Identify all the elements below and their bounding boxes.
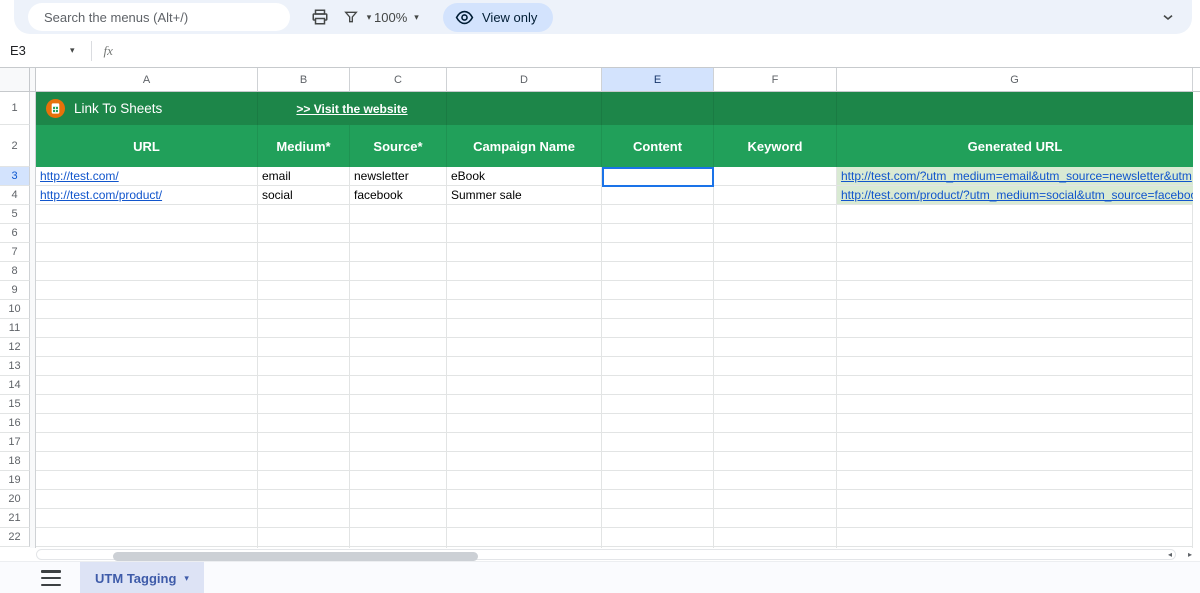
scrollbar-thumb[interactable]: [113, 552, 478, 561]
eye-icon: [455, 8, 474, 27]
row-header-9[interactable]: 9: [0, 281, 30, 300]
sheet-tab-utm-tagging[interactable]: UTM Tagging ▾: [80, 562, 204, 593]
name-box-caret-icon[interactable]: ▾: [70, 45, 75, 56]
column-header-e[interactable]: E: [602, 68, 714, 92]
header-campaign-name[interactable]: Campaign Name: [447, 125, 602, 167]
row-header-2[interactable]: 2: [0, 125, 30, 167]
toolbar: ▾ 100% ▾ View only: [14, 0, 1192, 34]
column-header-d[interactable]: D: [447, 68, 602, 92]
header-generated-url[interactable]: Generated URL: [837, 125, 1193, 167]
formula-bar-divider: [91, 41, 92, 61]
scroll-left-arrow-icon[interactable]: ◂: [1164, 549, 1176, 560]
cell-g4-generated-url-link[interactable]: http://test.com/product/?utm_medium=soci…: [837, 186, 1193, 205]
header-keyword[interactable]: Keyword: [714, 125, 837, 167]
filter-icon[interactable]: [340, 0, 362, 34]
column-header-b[interactable]: B: [258, 68, 350, 92]
row-header-20[interactable]: 20: [0, 490, 30, 509]
visit-website-link[interactable]: >> Visit the website: [296, 102, 407, 116]
row-header-7[interactable]: 7: [0, 243, 30, 262]
formula-bar: E3 ▾ fx: [0, 34, 1200, 68]
scroll-right-arrow-icon[interactable]: ▸: [1184, 549, 1196, 560]
row-header-17[interactable]: 17: [0, 433, 30, 452]
row-header-5[interactable]: 5: [0, 205, 30, 224]
row-header-14[interactable]: 14: [0, 376, 30, 395]
fx-icon: fx: [104, 43, 113, 59]
view-only-chip[interactable]: View only: [443, 3, 553, 32]
row-header-11[interactable]: 11: [0, 319, 30, 338]
zoom-control[interactable]: 100% ▾: [374, 0, 419, 34]
row-header-22[interactable]: 22: [0, 528, 30, 547]
active-cell-selection[interactable]: [602, 167, 714, 187]
column-header-row: A B C D E F G: [0, 68, 1200, 92]
row-header-8[interactable]: 8: [0, 262, 30, 281]
scrollbar-track[interactable]: [36, 549, 1176, 560]
cell-d4-campaign[interactable]: Summer sale: [447, 186, 602, 205]
link-to-sheets-logo-icon: [46, 99, 65, 118]
empty-grid-area[interactable]: [36, 167, 1193, 548]
column-header-c[interactable]: C: [350, 68, 447, 92]
print-icon[interactable]: [305, 0, 335, 34]
row-header-rail: 12345678910111213141516171819202122: [0, 92, 30, 548]
name-box[interactable]: E3: [10, 43, 68, 58]
table-row: http://test.com/product/ social facebook…: [36, 186, 1193, 205]
hide-menus-chevron-icon[interactable]: [1154, 4, 1182, 30]
row-header-12[interactable]: 12: [0, 338, 30, 357]
select-all-corner[interactable]: [0, 68, 30, 92]
row-header-10[interactable]: 10: [0, 300, 30, 319]
row-header-13[interactable]: 13: [0, 357, 30, 376]
cell-b4-medium[interactable]: social: [258, 186, 350, 205]
cell-g3-generated-url-link[interactable]: http://test.com/?utm_medium=email&utm_so…: [837, 167, 1193, 186]
banner-row: Link To Sheets >> Visit the website: [36, 92, 1193, 125]
cell-a4-url-link[interactable]: http://test.com/product/: [36, 186, 258, 205]
banner-title-cell[interactable]: Link To Sheets: [36, 92, 258, 125]
row-header-21[interactable]: 21: [0, 509, 30, 528]
row-header-4[interactable]: 4: [0, 186, 30, 205]
cell-b3-medium[interactable]: email: [258, 167, 350, 186]
header-content[interactable]: Content: [602, 125, 714, 167]
sheet-tab-caret-icon: ▾: [184, 573, 189, 584]
cell-d3-campaign[interactable]: eBook: [447, 167, 602, 186]
column-header-a[interactable]: A: [36, 68, 258, 92]
table-header-row: URL Medium* Source* Campaign Name Conten…: [36, 125, 1193, 167]
row-header-15[interactable]: 15: [0, 395, 30, 414]
row-header-16[interactable]: 16: [0, 414, 30, 433]
cell-f3-keyword[interactable]: [714, 167, 837, 186]
banner-empty-cells: [447, 92, 1193, 125]
header-medium[interactable]: Medium*: [258, 125, 350, 167]
all-sheets-menu-icon[interactable]: [41, 570, 61, 586]
cell-a3-url-link[interactable]: http://test.com/: [36, 167, 258, 186]
column-header-f[interactable]: F: [714, 68, 837, 92]
row-header-1[interactable]: 1: [0, 92, 30, 125]
banner-title: Link To Sheets: [74, 101, 162, 116]
spreadsheet-app: ▾ 100% ▾ View only E3 ▾ fx A B C: [0, 0, 1200, 593]
header-url[interactable]: URL: [36, 125, 258, 167]
search-input[interactable]: [28, 3, 290, 31]
cell-e4-content[interactable]: [602, 186, 714, 205]
banner-link-cell: >> Visit the website: [258, 92, 447, 125]
column-header-filler: [1193, 68, 1200, 92]
zoom-caret-icon: ▾: [414, 12, 419, 23]
column-header-g[interactable]: G: [837, 68, 1193, 92]
row-header-6[interactable]: 6: [0, 224, 30, 243]
horizontal-scrollbar: ◂ ▸: [36, 548, 1200, 561]
cell-c3-source[interactable]: newsletter: [350, 167, 447, 186]
row-header-19[interactable]: 19: [0, 471, 30, 490]
row-header-18[interactable]: 18: [0, 452, 30, 471]
sheet-tab-label: UTM Tagging: [95, 571, 176, 586]
header-source[interactable]: Source*: [350, 125, 447, 167]
zoom-value: 100%: [374, 10, 407, 25]
view-only-label: View only: [482, 10, 537, 25]
cell-c4-source[interactable]: facebook: [350, 186, 447, 205]
cell-f4-keyword[interactable]: [714, 186, 837, 205]
grid-body: Link To Sheets >> Visit the website URL …: [36, 92, 1193, 548]
row-header-3[interactable]: 3: [0, 167, 30, 186]
sheet-bar: UTM Tagging ▾ +: [0, 561, 1200, 593]
